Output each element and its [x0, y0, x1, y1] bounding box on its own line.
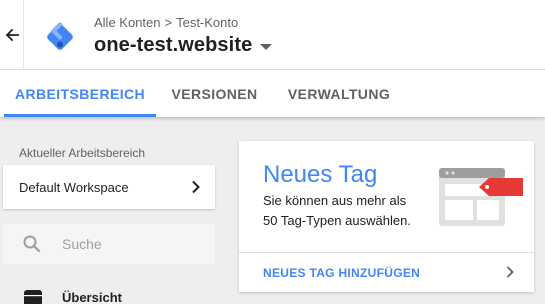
tab-bar: ARBEITSBEREICH VERSIONEN VERWALTUNG: [0, 70, 545, 117]
chevron-right-icon: [192, 180, 200, 194]
tab-versions[interactable]: VERSIONEN: [162, 70, 267, 117]
add-new-tag-label: NEUES TAG HINZUFÜGEN: [263, 266, 421, 280]
app-header: Alle Konten > Test-Konto one-test.website: [0, 0, 545, 70]
container-title: one-test.website: [94, 34, 253, 56]
tab-admin[interactable]: VERWALTUNG: [280, 70, 398, 117]
workspace-name: Default Workspace: [19, 179, 129, 195]
card-description: Sie können aus mehr als 50 Tag-Typen aus…: [263, 193, 411, 228]
gtm-logo-icon: [47, 22, 73, 50]
nav-item-overview[interactable]: Übersicht: [0, 284, 215, 304]
card-title: Neues Tag: [263, 161, 378, 188]
back-button[interactable]: [0, 0, 24, 70]
overview-icon: [24, 290, 42, 304]
breadcrumb-all-accounts[interactable]: Alle Konten: [94, 15, 161, 30]
container-selector[interactable]: one-test.website: [94, 34, 273, 57]
breadcrumb: Alle Konten > Test-Konto: [94, 15, 238, 30]
workspace-label: Aktueller Arbeitsbereich: [19, 146, 146, 160]
tab-workspace[interactable]: ARBEITSBEREICH: [4, 70, 156, 117]
workspace-selector[interactable]: Default Workspace: [3, 165, 215, 209]
dropdown-caret-icon[interactable]: [260, 43, 273, 50]
nav-item-label: Übersicht: [62, 290, 122, 304]
back-arrow-icon: [5, 28, 19, 42]
new-tag-card: Neues Tag Sie können aus mehr als 50 Tag…: [239, 141, 534, 292]
breadcrumb-separator: >: [164, 15, 173, 30]
breadcrumb-account[interactable]: Test-Konto: [176, 15, 238, 30]
search-icon: [23, 235, 41, 253]
search-field[interactable]: Suche: [3, 224, 215, 264]
add-new-tag-button[interactable]: NEUES TAG HINZUFÜGEN: [239, 253, 534, 292]
search-placeholder: Suche: [62, 236, 102, 252]
tag-illustration-icon: [439, 168, 523, 226]
chevron-right-icon: [506, 266, 514, 278]
